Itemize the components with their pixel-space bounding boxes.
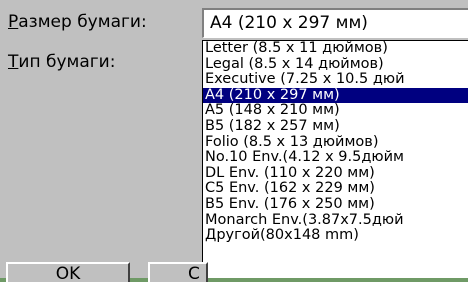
paper-size-label-accelerator: Р — [8, 12, 19, 32]
paper-size-option[interactable]: B5 Env. (176 x 250 мм) — [203, 196, 468, 213]
paper-size-option[interactable]: Folio (8.5 x 13 дюймов) — [203, 134, 468, 151]
cancel-button-label: С — [188, 264, 200, 282]
cancel-button[interactable]: С — [148, 262, 208, 282]
ok-button-label: OK — [55, 264, 81, 282]
paper-size-option[interactable]: DL Env. (110 x 220 мм) — [203, 165, 468, 182]
paper-size-combobox[interactable]: A4 (210 x 297 мм) — [202, 8, 468, 38]
paper-size-option[interactable]: B5 (182 x 257 мм) — [203, 118, 468, 135]
paper-size-option[interactable]: Monarch Env.(3.87x7.5дюй — [203, 212, 468, 229]
paper-size-option[interactable]: Letter (8.5 x 11 дюймов) — [203, 41, 468, 57]
paper-type-label-text: ип бумаги: — [18, 52, 116, 72]
paper-size-option[interactable]: A5 (148 x 210 мм) — [203, 103, 468, 119]
paper-size-option[interactable]: Legal (8.5 x 14 дюймов) — [203, 56, 468, 73]
paper-size-option[interactable]: A4 (210 x 297 мм) — [203, 87, 468, 104]
paper-size-option[interactable]: Executive (7.25 x 10.5 дюй — [203, 72, 468, 88]
paper-type-label-accelerator: Т — [8, 52, 19, 72]
paper-size-option[interactable]: Другой(80x148 mm) — [203, 228, 468, 244]
ok-button[interactable]: OK — [6, 262, 130, 282]
paper-size-label-text: азмер бумаги: — [18, 12, 147, 32]
page-setup-dialog: Размер бумаги: Тип бумаги: A4 (210 x 297… — [0, 0, 468, 282]
paper-size-label: Размер бумаги: — [8, 12, 147, 32]
paper-size-dropdown-list[interactable]: Letter (8.5 x 11 дюймов) Legal (8.5 x 14 … — [202, 40, 468, 278]
paper-size-combobox-value: A4 (210 x 297 мм) — [210, 13, 368, 33]
paper-type-label: Тип бумаги: — [8, 52, 115, 72]
paper-size-option[interactable]: C5 Env. (162 x 229 мм) — [203, 181, 468, 197]
paper-size-option[interactable]: No.10 Env.(4.12 x 9.5дюйм — [203, 150, 468, 166]
